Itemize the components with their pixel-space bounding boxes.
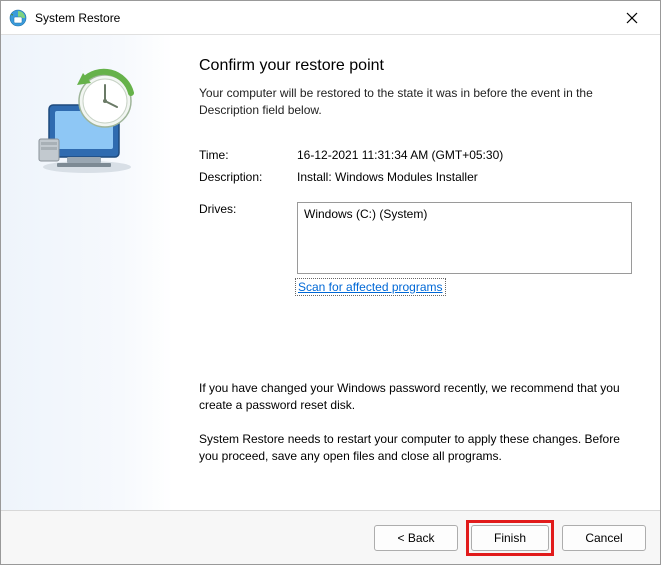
back-button[interactable]: < Back — [374, 525, 458, 551]
intro-text: Your computer will be restored to the st… — [199, 85, 632, 120]
page-heading: Confirm your restore point — [199, 57, 632, 75]
window-title: System Restore — [35, 11, 612, 25]
titlebar: System Restore — [1, 1, 660, 35]
password-note: If you have changed your Windows passwor… — [199, 380, 632, 415]
cancel-button[interactable]: Cancel — [562, 525, 646, 551]
system-restore-window: System Restore — [0, 0, 661, 565]
footer: < Back Finish Cancel — [1, 510, 660, 564]
side-panel — [1, 35, 173, 510]
drives-label: Drives: — [199, 202, 297, 274]
description-label: Description: — [199, 170, 297, 184]
scan-link-row: Scan for affected programs — [199, 280, 632, 294]
finish-button[interactable]: Finish — [471, 525, 549, 551]
scan-affected-programs-link[interactable]: Scan for affected programs — [297, 280, 444, 294]
spacer — [199, 280, 297, 294]
close-button[interactable] — [612, 4, 652, 32]
restart-note: System Restore needs to restart your com… — [199, 431, 632, 466]
drives-list[interactable]: Windows (C:) (System) — [297, 202, 632, 274]
description-value: Install: Windows Modules Installer — [297, 170, 632, 184]
time-value: 16-12-2021 11:31:34 AM (GMT+05:30) — [297, 148, 632, 162]
content-area: Confirm your restore point Your computer… — [173, 35, 660, 510]
system-restore-icon — [9, 9, 27, 27]
restore-illustration-icon — [27, 59, 147, 182]
time-label: Time: — [199, 148, 297, 162]
notes-block: If you have changed your Windows passwor… — [199, 380, 632, 466]
time-row: Time: 16-12-2021 11:31:34 AM (GMT+05:30) — [199, 148, 632, 162]
dialog-body: Confirm your restore point Your computer… — [1, 35, 660, 510]
drives-list-item: Windows (C:) (System) — [304, 207, 625, 221]
description-row: Description: Install: Windows Modules In… — [199, 170, 632, 184]
finish-highlight: Finish — [466, 520, 554, 556]
drives-row: Drives: Windows (C:) (System) — [199, 202, 632, 274]
